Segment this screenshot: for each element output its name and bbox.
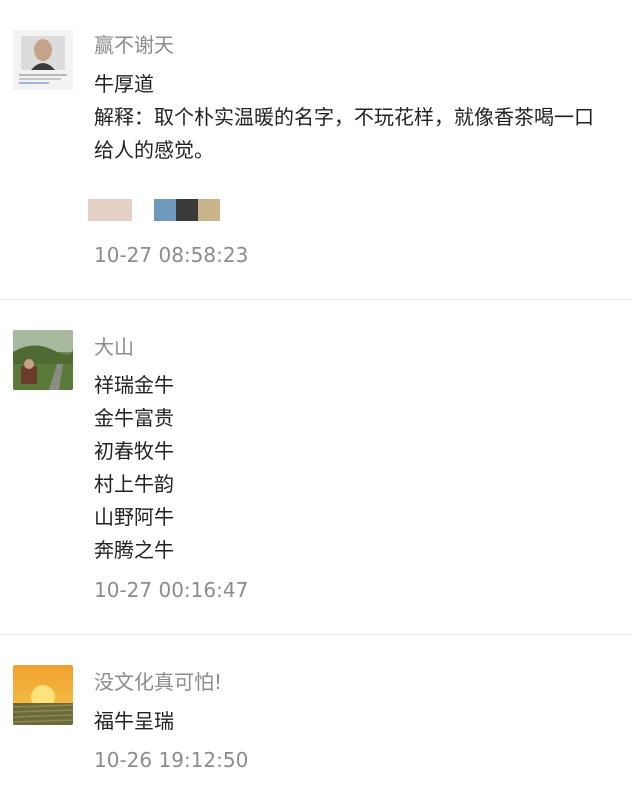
comment-item: 没文化真可怕! 福牛呈瑞 10-26 19:12:50	[0, 635, 631, 790]
comment-text-line: 福牛呈瑞	[94, 709, 174, 733]
comment-timestamp: 10-27 08:58:23	[94, 243, 249, 267]
comment-text-line: 山野阿牛	[94, 505, 174, 529]
avatar[interactable]	[13, 330, 73, 390]
emoji-image-strip	[88, 197, 228, 223]
comment-item: 赢不谢天 牛厚道 解释：取个朴实温暖的名字，不玩花样，就像香茶喝一口 给人的感觉…	[0, 0, 631, 300]
comment-text-line: 祥瑞金牛	[94, 373, 174, 397]
comment-nickname[interactable]: 大山	[94, 334, 134, 360]
avatar[interactable]	[13, 665, 73, 725]
avatar-image	[13, 665, 73, 725]
image-chip	[154, 199, 176, 221]
image-chip	[198, 199, 220, 221]
comment-text-line: 牛厚道	[94, 72, 154, 96]
comment-item: 大山 祥瑞金牛 金牛富贵 初春牧牛 村上牛韵 山野阿牛 奔腾之牛 10-27 0…	[0, 300, 631, 635]
comment-text-line: 给人的感觉。	[94, 138, 214, 162]
comment-text-line: 解释：取个朴实温暖的名字，不玩花样，就像香茶喝一口	[94, 105, 594, 129]
comment-nickname[interactable]: 赢不谢天	[94, 32, 174, 58]
comment-text-line: 村上牛韵	[94, 472, 174, 496]
comment-timestamp: 10-27 00:16:47	[94, 578, 249, 602]
image-chip	[176, 199, 198, 221]
avatar-image	[13, 330, 73, 390]
comment-timestamp: 10-26 19:12:50	[94, 748, 249, 772]
avatar-image	[13, 30, 73, 90]
comment-text-line: 金牛富贵	[94, 406, 174, 430]
comment-nickname[interactable]: 没文化真可怕!	[94, 669, 222, 695]
image-chip	[88, 199, 132, 221]
comment-text-line: 奔腾之牛	[94, 538, 174, 562]
avatar[interactable]	[13, 30, 73, 90]
comment-text-line: 初春牧牛	[94, 439, 174, 463]
